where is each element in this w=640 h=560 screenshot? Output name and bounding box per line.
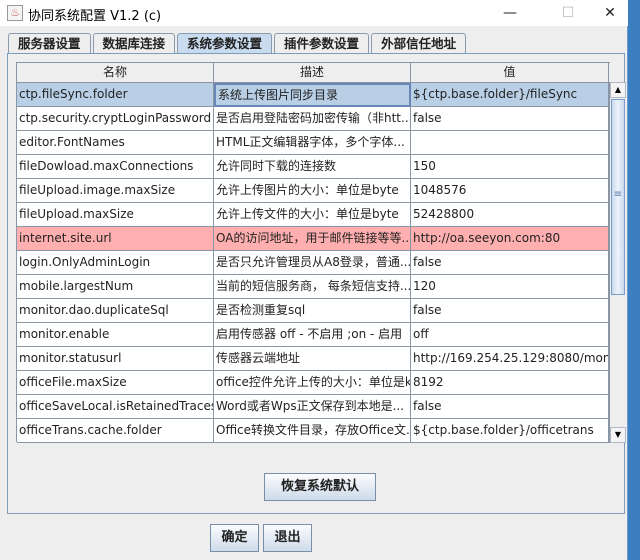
- cell-name[interactable]: fileDowload.maxConnections: [17, 155, 214, 179]
- table-row[interactable]: officeSaveLocal.isRetainedTraces Word或者Wp…: [17, 395, 609, 419]
- table-body: ctp.fileSync.folder 系统上传图片同步目录 ${ctp.base.…: [17, 83, 609, 443]
- table-row[interactable]: editor.FontNames HTML正文编辑器字体，多个字体...: [17, 131, 609, 155]
- cell-value[interactable]: http://oa.seeyon.com:80: [411, 227, 609, 251]
- cell-value[interactable]: off: [411, 323, 609, 347]
- cell-value[interactable]: false: [411, 251, 609, 275]
- cell-name[interactable]: fileUpload.maxSize: [17, 203, 214, 227]
- cell-name[interactable]: monitor.enable: [17, 323, 214, 347]
- tab-database-connection[interactable]: 数据库连接: [92, 33, 176, 54]
- tab-bar: 服务器设置 数据库连接 系统参数设置 插件参数设置 外部信任地址: [8, 33, 468, 55]
- column-header-value[interactable]: 值: [411, 63, 609, 83]
- cell-value[interactable]: [411, 131, 609, 155]
- column-header-name[interactable]: 名称: [17, 63, 214, 83]
- table-row[interactable]: internet.site.url OA的访问地址，用于邮件链接等等... http…: [17, 227, 609, 251]
- cell-value[interactable]: ${ctp.base.folder}/fileSync: [411, 83, 609, 107]
- tab-server-settings[interactable]: 服务器设置: [8, 33, 91, 54]
- config-window: ♨ 协同系统配置 V1.2 (c) — ☐ ✕ 服务器设置 数据库连接 系统参数…: [0, 0, 628, 560]
- tab-external-trusted-addresses[interactable]: 外部信任地址: [371, 33, 467, 54]
- cell-description[interactable]: HTML正文编辑器字体，多个字体...: [214, 131, 411, 155]
- cell-value[interactable]: http://169.254.25.129:8080/monit...: [411, 347, 609, 371]
- cell-description[interactable]: 系统上传图片同步目录: [214, 83, 411, 107]
- cell-value[interactable]: false: [411, 395, 609, 419]
- scrollbar-thumb[interactable]: ≡: [611, 99, 625, 295]
- table-row[interactable]: ctp.security.cryptLoginPassword 是否启用登陆密码加…: [17, 107, 609, 131]
- cell-name[interactable]: mobile.largestNum: [17, 275, 214, 299]
- cell-name[interactable]: editor.FontNames: [17, 131, 214, 155]
- tab-plugin-parameters[interactable]: 插件参数设置: [274, 33, 370, 54]
- table-row[interactable]: monitor.statusurl 传感器云端地址 http://169.254.2…: [17, 347, 609, 371]
- cell-name[interactable]: officeTrans.cache.folder: [17, 419, 214, 443]
- column-header-description[interactable]: 描述: [214, 63, 411, 83]
- cell-description[interactable]: 当前的短信服务商， 每条短信支持...: [214, 275, 411, 299]
- table-row[interactable]: mobile.largestNum 当前的短信服务商， 每条短信支持... 120: [17, 275, 609, 299]
- parameters-table: 名称 描述 值 ctp.fileSync.folder 系统上传图片同步目录 ${c…: [16, 62, 626, 443]
- cell-description[interactable]: 启用传感器 off - 不启用 ;on - 启用: [214, 323, 411, 347]
- table-row[interactable]: monitor.enable 启用传感器 off - 不启用 ;on - 启用 of…: [17, 323, 609, 347]
- cell-description[interactable]: 传感器云端地址: [214, 347, 411, 371]
- cell-description[interactable]: OA的访问地址，用于邮件链接等等...: [214, 227, 411, 251]
- tab-system-parameters[interactable]: 系统参数设置: [177, 33, 273, 55]
- table-row[interactable]: fileDowload.maxConnections 允许同时下载的连接数 150: [17, 155, 609, 179]
- cell-name[interactable]: fileUpload.image.maxSize: [17, 179, 214, 203]
- cell-description[interactable]: 是否检测重复sql: [214, 299, 411, 323]
- scroll-up-arrow-icon[interactable]: ▲: [610, 82, 626, 98]
- cell-description[interactable]: 是否启用登陆密码加密传输（非htt...: [214, 107, 411, 131]
- cell-value[interactable]: 8192: [411, 371, 609, 395]
- cell-value[interactable]: 150: [411, 155, 609, 179]
- vertical-scrollbar[interactable]: ▲ ≡ ▼: [609, 82, 626, 443]
- table-row[interactable]: ctp.fileSync.folder 系统上传图片同步目录 ${ctp.base.…: [17, 83, 609, 107]
- cell-description[interactable]: 允许上传图片的大小：单位是byte: [214, 179, 411, 203]
- maximize-button[interactable]: ☐: [548, 2, 588, 24]
- cell-value[interactable]: ${ctp.base.folder}/officetrans: [411, 419, 609, 443]
- title-bar: ♨ 协同系统配置 V1.2 (c) — ☐ ✕: [0, 0, 628, 26]
- table-row[interactable]: monitor.dao.duplicateSql 是否检测重复sql false: [17, 299, 609, 323]
- window-title: 协同系统配置 V1.2 (c): [28, 9, 162, 24]
- table-row[interactable]: fileUpload.image.maxSize 允许上传图片的大小：单位是byt…: [17, 179, 609, 203]
- table-row[interactable]: officeTrans.cache.folder Office转换文件目录，存放O…: [17, 419, 609, 443]
- exit-button[interactable]: 退出: [263, 524, 312, 552]
- table-row[interactable]: login.OnlyAdminLogin 是否只允许管理员从A8登录，普通... f…: [17, 251, 609, 275]
- cell-description[interactable]: office控件允许上传的大小：单位是k: [214, 371, 411, 395]
- cell-name[interactable]: monitor.statusurl: [17, 347, 214, 371]
- cell-value[interactable]: false: [411, 299, 609, 323]
- java-app-icon: ♨: [7, 5, 23, 21]
- minimize-button[interactable]: —: [490, 2, 530, 24]
- scroll-down-arrow-icon[interactable]: ▼: [610, 427, 626, 443]
- cell-name[interactable]: officeFile.maxSize: [17, 371, 214, 395]
- cell-description[interactable]: 允许上传文件的大小：单位是byte: [214, 203, 411, 227]
- cell-description[interactable]: Word或者Wps正文保存到本地是...: [214, 395, 411, 419]
- tab-panel: 名称 描述 值 ctp.fileSync.folder 系统上传图片同步目录 ${c…: [7, 53, 626, 514]
- table-header: 名称 描述 值: [17, 63, 611, 83]
- cell-name[interactable]: ctp.security.cryptLoginPassword: [17, 107, 214, 131]
- cell-value[interactable]: 52428800: [411, 203, 609, 227]
- table-row[interactable]: officeFile.maxSize office控件允许上传的大小：单位是k 81…: [17, 371, 609, 395]
- header-corner: [609, 63, 611, 83]
- cell-name[interactable]: login.OnlyAdminLogin: [17, 251, 214, 275]
- close-button[interactable]: ✕: [590, 2, 630, 24]
- cell-description[interactable]: 是否只允许管理员从A8登录，普通...: [214, 251, 411, 275]
- cell-name[interactable]: internet.site.url: [17, 227, 214, 251]
- table-row[interactable]: fileUpload.maxSize 允许上传文件的大小：单位是byte 52428…: [17, 203, 609, 227]
- cell-name[interactable]: officeSaveLocal.isRetainedTraces: [17, 395, 214, 419]
- ok-button[interactable]: 确定: [210, 524, 259, 552]
- cell-description[interactable]: Office转换文件目录，存放Office文...: [214, 419, 411, 443]
- cell-value[interactable]: false: [411, 107, 609, 131]
- cell-value[interactable]: 1048576: [411, 179, 609, 203]
- cell-name[interactable]: monitor.dao.duplicateSql: [17, 299, 214, 323]
- cell-value[interactable]: 120: [411, 275, 609, 299]
- cell-description[interactable]: 允许同时下载的连接数: [214, 155, 411, 179]
- cell-name[interactable]: ctp.fileSync.folder: [17, 83, 214, 107]
- restore-defaults-button[interactable]: 恢复系统默认: [264, 473, 376, 501]
